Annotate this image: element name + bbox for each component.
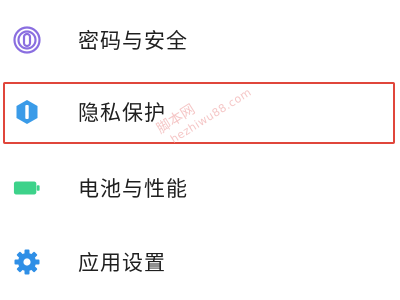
settings-list: 密码与安全 隐私保护 电池与性能 应用设置 脚本网 hezhiwu88.com — [0, 0, 400, 300]
privacy-shield-icon — [13, 98, 41, 126]
settings-item-label: 隐私保护 — [78, 101, 166, 125]
gear-icon — [13, 248, 41, 276]
fingerprint-icon — [13, 26, 41, 54]
settings-item-app-settings[interactable]: 应用设置 — [0, 232, 400, 292]
settings-item-battery-performance[interactable]: 电池与性能 — [0, 158, 400, 218]
settings-item-label: 应用设置 — [78, 251, 166, 275]
settings-item-privacy[interactable]: 隐私保护 — [0, 82, 400, 142]
settings-item-label: 电池与性能 — [78, 177, 188, 201]
battery-icon — [13, 174, 41, 202]
settings-item-label: 密码与安全 — [78, 29, 188, 53]
settings-item-password-security[interactable]: 密码与安全 — [0, 10, 400, 70]
